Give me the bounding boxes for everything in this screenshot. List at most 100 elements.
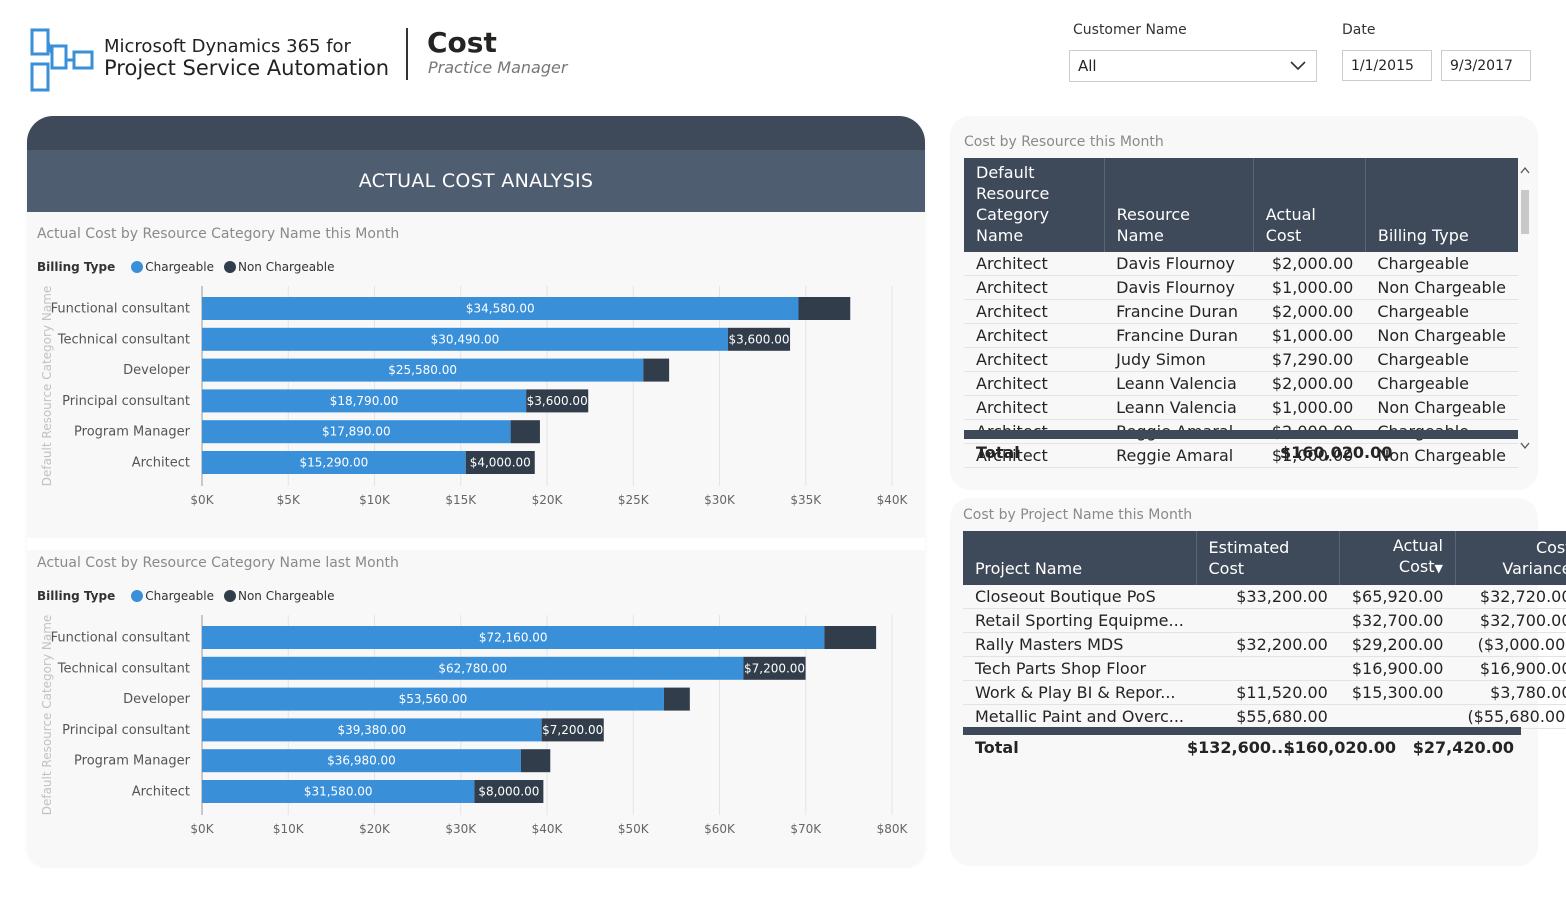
x-tick-label: $10K [359, 493, 391, 507]
resource-table-row[interactable]: Architect Davis Flournoy $2,000.00 Chargeab… [964, 252, 1518, 276]
resource-table: Default Resource Category Name Resource … [964, 158, 1518, 468]
bar-value-label: $7,200.00 [744, 661, 805, 675]
col-header-actual-cost-sorted[interactable]: Actual Cost▼ [1339, 531, 1456, 585]
table-cell: $16,900.00 [1455, 656, 1566, 681]
project-table-row[interactable]: Closeout Boutique PoS $33,200.00 $65,920.0… [963, 585, 1566, 609]
analysis-title-band: ACTUAL COST ANALYSIS [27, 150, 925, 212]
table-cell: $32,700.00 [1339, 608, 1456, 633]
table-cell: Architect [964, 347, 1105, 372]
resource-table-row[interactable]: Architect Leann Valencia $2,000.00 Chargeab… [964, 371, 1518, 396]
bar-non-chargeable[interactable] [798, 297, 851, 320]
project-table-row[interactable]: Tech Parts Shop Floor $16,900.00 $16,900.0… [963, 656, 1566, 681]
dynamics-logo-icon [30, 28, 94, 92]
project-total-estimated: $132,600.... [1187, 738, 1296, 757]
bar-non-chargeable[interactable] [824, 626, 877, 649]
table-cell: $32,200.00 [1196, 632, 1340, 657]
y-category-label: Developer [123, 692, 191, 707]
date-from-input[interactable]: 1/1/2015 [1342, 50, 1432, 81]
col-header-cost-variance[interactable]: Cost Variance [1455, 531, 1566, 585]
resource-table-row[interactable]: Architect Leann Valencia $1,000.00 Non Char… [964, 395, 1518, 420]
project-table-row[interactable]: Metallic Paint and Overc... $55,680.00 ($5… [963, 704, 1566, 729]
table-cell: Architect [964, 395, 1105, 420]
bar-value-label: $39,380.00 [337, 723, 406, 737]
bar-non-chargeable[interactable] [520, 749, 551, 773]
bar-value-label: $30,490.00 [431, 332, 500, 346]
col-header-billing-type[interactable]: Billing Type [1365, 158, 1518, 252]
table-cell: Architect [964, 323, 1105, 348]
bar-value-label: $7,200.00 [542, 723, 603, 737]
brand-line-1: Microsoft Dynamics 365 for [104, 36, 351, 57]
y-category-label: Principal consultant [62, 394, 190, 409]
col-header-actual-cost[interactable]: Actual Cost [1253, 158, 1366, 252]
col-header-category[interactable]: Default Resource Category Name [964, 158, 1105, 252]
col-header-estimated-cost[interactable]: Estimated Cost [1196, 531, 1341, 585]
bar-value-label: $72,160.00 [479, 631, 548, 645]
table-cell: $65,920.00 [1339, 585, 1456, 609]
y-category-label: Functional consultant [51, 631, 190, 646]
table-cell: $7,290.00 [1253, 347, 1366, 372]
table-cell: ($55,680.00) [1455, 704, 1566, 729]
project-table: Project Name Estimated Cost Actual Cost▼… [963, 531, 1566, 729]
brand-line-2: Project Service Automation [104, 55, 390, 80]
col-header-project-name[interactable]: Project Name [963, 531, 1197, 585]
table-cell: $55,680.00 [1196, 704, 1340, 729]
table-cell: $11,520.00 [1196, 680, 1340, 705]
y-category-label: Architect [132, 785, 190, 800]
project-table-row[interactable]: Retail Sporting Equipme... $32,700.00 $32,… [963, 608, 1566, 633]
col-header-resource[interactable]: Resource Name [1104, 158, 1254, 252]
bar-non-chargeable[interactable] [663, 687, 690, 711]
resource-table-scrollbar[interactable] [1519, 160, 1531, 450]
resource-table-row[interactable]: Architect Reggie Amaral $1,000.00 Non Charg… [964, 443, 1518, 468]
table-cell: Leann Valencia [1104, 371, 1254, 396]
y-category-label: Technical consultant [57, 332, 190, 347]
table-cell: Work & Play BI & Repor... [963, 680, 1196, 705]
bar-non-chargeable[interactable] [510, 420, 540, 444]
bar-value-label: $15,290.00 [300, 456, 369, 470]
x-tick-label: $15K [445, 493, 477, 507]
table-cell: Chargeable [1365, 371, 1518, 396]
analysis-title: ACTUAL COST ANALYSIS [358, 170, 594, 192]
legend-item-chargeable[interactable]: Chargeable [131, 260, 214, 274]
x-tick-label: $30K [704, 493, 736, 507]
project-total-variance: $27,420.00 [1412, 738, 1514, 757]
chart2-legend-title: Billing Type [37, 589, 116, 603]
bar-non-chargeable[interactable] [643, 358, 670, 382]
legend-item-non-chargeable[interactable]: Non Chargeable [223, 260, 334, 274]
table-cell: $2,000.00 [1253, 371, 1366, 396]
project-total-actual: $160,020.00 [1283, 738, 1396, 757]
scroll-down-icon[interactable] [1520, 442, 1530, 450]
resource-table-row[interactable]: Architect Davis Flournoy $1,000.00 Non Char… [964, 275, 1518, 300]
legend-dot-non-chargeable [223, 261, 236, 273]
resource-table-row[interactable]: Architect Francine Duran $2,000.00 Chargeab… [964, 299, 1518, 324]
x-tick-label: $0K [190, 822, 214, 836]
table-cell: $3,780.00 [1455, 680, 1566, 705]
bar-value-label: $62,780.00 [438, 661, 507, 675]
project-table-row[interactable]: Rally Masters MDS $32,200.00 $29,200.00 ($3… [963, 632, 1566, 657]
table-cell: $1,000.00 [1253, 275, 1366, 300]
resource-table-row[interactable]: Architect Francine Duran $1,000.00 Non Char… [964, 323, 1518, 348]
table-cell: Francine Duran [1104, 299, 1254, 324]
customer-dropdown[interactable]: All [1069, 50, 1317, 82]
table-cell: $2,000.00 [1253, 252, 1366, 276]
table-cell: ($3,000.00) [1455, 632, 1566, 657]
x-tick-label: $20K [359, 822, 391, 836]
date-to-input[interactable]: 9/3/2017 [1441, 50, 1531, 81]
table-cell: Architect [964, 299, 1105, 324]
bar-value-label: $8,000.00 [478, 785, 539, 799]
scrollbar-thumb[interactable] [1521, 190, 1529, 234]
legend-item-chargeable[interactable]: Chargeable [131, 589, 214, 603]
table-cell: $1,000.00 [1253, 395, 1366, 420]
table-cell: $16,900.00 [1339, 656, 1456, 681]
resource-table-row[interactable]: Architect Judy Simon $7,290.00 Chargeable [964, 347, 1518, 372]
table-cell: Davis Flournoy [1104, 252, 1254, 276]
y-category-label: Developer [123, 363, 191, 378]
table-cell: Architect [964, 275, 1105, 300]
scroll-up-icon[interactable] [1520, 166, 1530, 174]
legend-label-chargeable: Chargeable [145, 260, 214, 274]
legend-dot-chargeable [131, 261, 144, 273]
project-table-row[interactable]: Work & Play BI & Repor... $11,520.00 $15,3… [963, 680, 1566, 705]
table-cell: Non Chargeable [1365, 275, 1518, 300]
legend-item-non-chargeable[interactable]: Non Chargeable [223, 589, 334, 603]
table-cell: Non Chargeable [1365, 395, 1518, 420]
page-subtitle: Practice Manager [428, 58, 568, 77]
